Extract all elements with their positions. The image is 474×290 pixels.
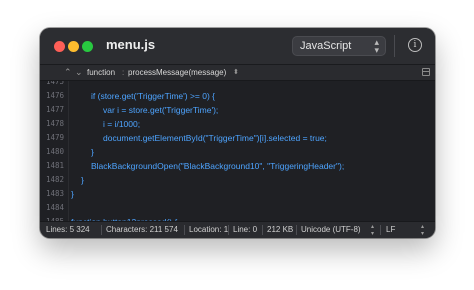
line-number: 1480	[45, 147, 64, 156]
line-number: 1481	[45, 161, 64, 170]
status-lines: Lines: 5 324	[46, 225, 90, 234]
minimize-window-button[interactable]	[68, 41, 79, 52]
code-text: document.getElementById("TriggerTime")[i…	[103, 133, 327, 143]
status-divider	[228, 225, 229, 235]
code-text: var i = store.get('TriggerTime');	[103, 105, 219, 115]
status-line: Line: 0	[233, 225, 258, 234]
code-text: }	[81, 175, 84, 185]
status-divider	[184, 225, 185, 235]
code-line[interactable]: 1481 BlackBackgroundOpen("BlackBackground…	[40, 159, 435, 173]
code-text: }	[71, 189, 74, 199]
chevron-up-down-icon: ▴ ▾	[371, 224, 375, 237]
code-line[interactable]: 1484	[40, 201, 435, 215]
split-view-icon[interactable]	[422, 68, 430, 76]
chevron-up-down-icon[interactable]: ⬍	[233, 65, 239, 80]
info-icon[interactable]: i	[408, 38, 422, 52]
chevron-down-icon[interactable]: ⌄	[75, 65, 83, 80]
status-divider	[101, 225, 102, 235]
chevron-up-down-icon: ▴ ▾	[374, 37, 379, 55]
editor-window: menu.js JavaScript ▴ ▾ i ⌃ ⌄ function : p…	[40, 28, 435, 238]
line-number: 1475	[45, 81, 64, 86]
symbol-separator: :	[122, 68, 125, 77]
status-bar: Lines: 5 324 Characters: 211 574 Locatio…	[40, 221, 435, 238]
code-line[interactable]: 1479 document.getElementById("TriggerTime…	[40, 131, 435, 145]
navigation-bar: ⌃ ⌄ function : processMessage(message) ⬍	[40, 65, 435, 81]
chevron-up-down-icon: ▴ ▾	[421, 224, 425, 237]
code-line[interactable]: 1478 i = i/1000;	[40, 117, 435, 131]
status-divider	[296, 225, 297, 235]
line-number: 1476	[45, 91, 64, 100]
status-divider	[380, 225, 381, 235]
code-editor[interactable]: 1475 1476 if (store.get('TriggerTime') >= …	[40, 81, 435, 222]
line-number: 1482	[45, 175, 64, 184]
toolbar-divider	[394, 35, 395, 57]
status-size: 212 KB	[267, 225, 294, 234]
encoding-select[interactable]: Unicode (UTF-8)	[301, 222, 361, 238]
code-line[interactable]: 1475	[40, 81, 435, 89]
status-location: Location: 1	[189, 225, 229, 234]
line-number: 1484	[45, 203, 64, 212]
line-number: 1477	[45, 105, 64, 114]
code-line[interactable]: 1483}	[40, 187, 435, 201]
code-line[interactable]: 1476 if (store.get('TriggerTime') >= 0) {	[40, 89, 435, 103]
language-select[interactable]: JavaScript ▴ ▾	[292, 36, 386, 56]
code-line[interactable]: 1482}	[40, 173, 435, 187]
chevron-up-icon[interactable]: ⌃	[64, 65, 72, 80]
line-ending-select[interactable]: LF	[386, 222, 395, 238]
code-text: if (store.get('TriggerTime') >= 0) {	[91, 91, 216, 101]
language-label: JavaScript	[300, 40, 352, 52]
code-text: BlackBackgroundOpen("BlackBackground10",…	[91, 161, 345, 171]
window-title: menu.js	[106, 37, 156, 52]
close-window-button[interactable]	[54, 41, 65, 52]
status-divider	[262, 225, 263, 235]
symbol-selector[interactable]: processMessage(message)	[128, 65, 226, 80]
code-text: }	[91, 147, 94, 157]
title-bar: menu.js JavaScript ▴ ▾ i	[40, 28, 435, 65]
symbol-kind: function	[87, 68, 116, 77]
code-line[interactable]: 1480}	[40, 145, 435, 159]
code-line[interactable]: 1477 var i = store.get('TriggerTime');	[40, 103, 435, 117]
code-text: i = i/1000;	[103, 119, 141, 129]
maximize-window-button[interactable]	[82, 41, 93, 52]
line-number: 1479	[45, 133, 64, 142]
line-number: 1483	[45, 189, 64, 198]
line-number: 1478	[45, 119, 64, 128]
status-characters: Characters: 211 574	[106, 225, 178, 234]
